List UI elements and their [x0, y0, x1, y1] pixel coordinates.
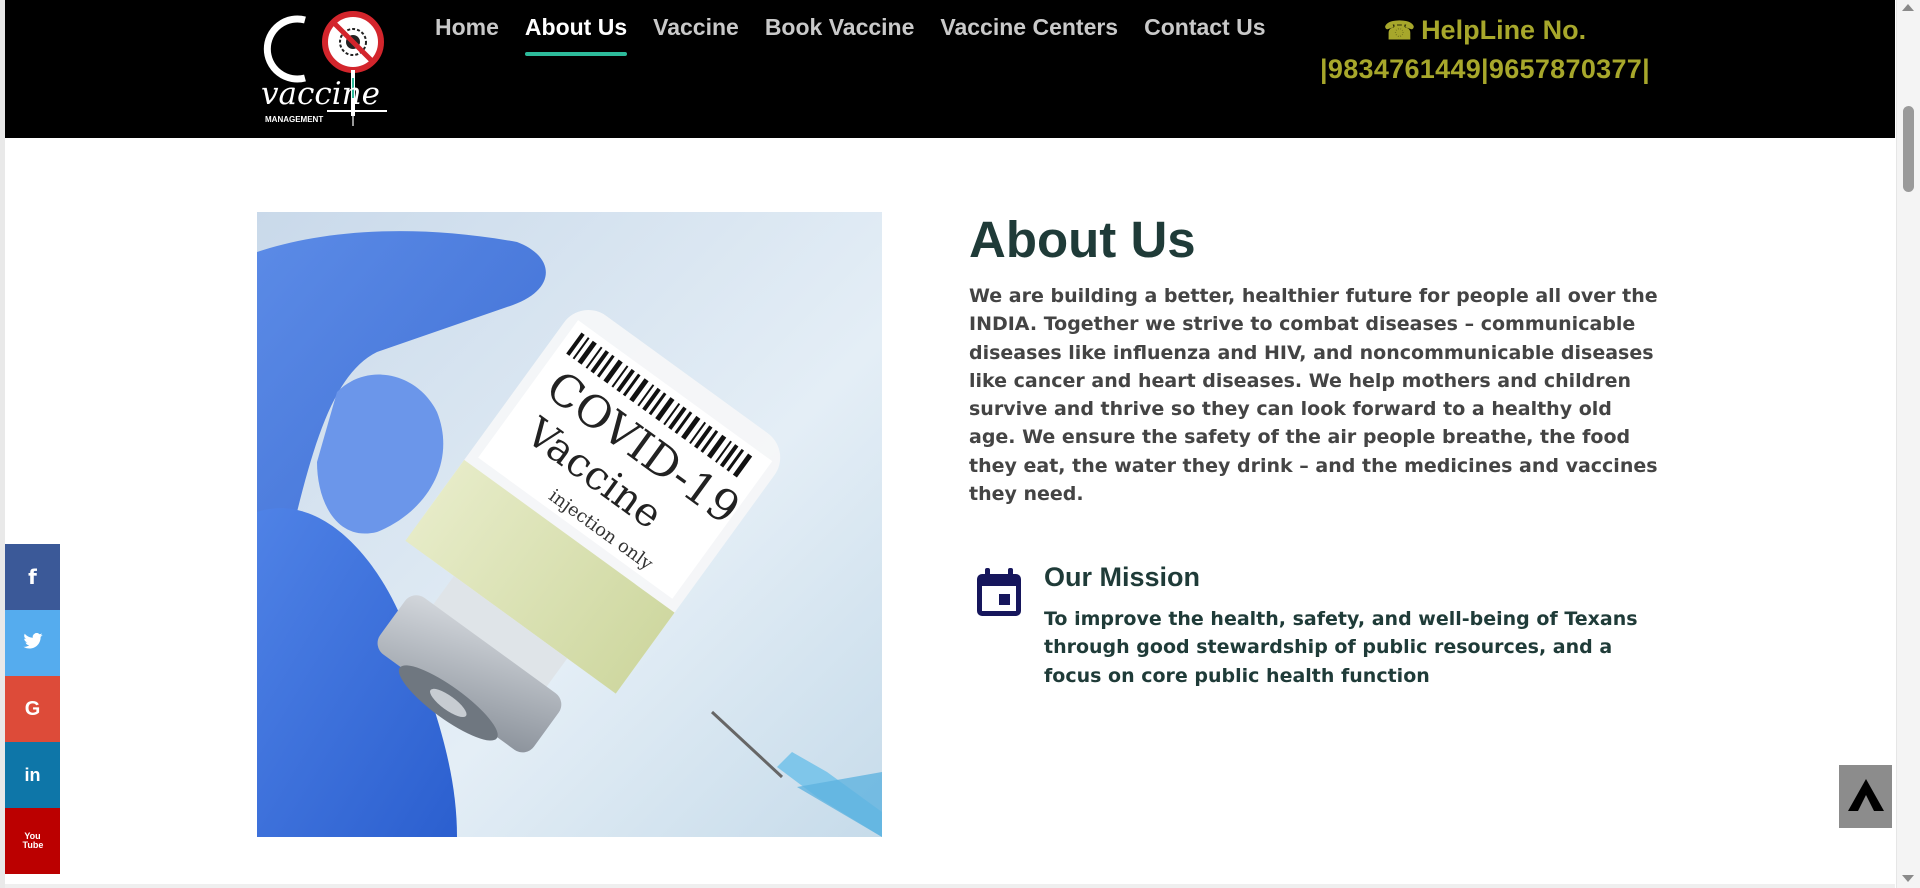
linkedin-button[interactable]: in: [5, 742, 60, 808]
page-scrollbar[interactable]: [1896, 0, 1920, 888]
twitter-icon: [22, 632, 43, 655]
svg-text:vaccine: vaccine: [261, 76, 380, 112]
twitter-button[interactable]: [5, 610, 60, 676]
site-header: vaccine MANAGEMENT Home About Us Vaccine…: [5, 0, 1895, 138]
scrollbar-thumb[interactable]: [1903, 106, 1914, 192]
site-logo[interactable]: vaccine MANAGEMENT: [257, 8, 397, 132]
calendar-icon: [975, 566, 1023, 618]
helpline-numbers[interactable]: |9834761449|9657870377|: [1315, 49, 1655, 89]
linkedin-icon: in: [24, 764, 41, 785]
nav-contact-us[interactable]: Contact Us: [1131, 12, 1278, 56]
svg-text:MANAGEMENT: MANAGEMENT: [265, 115, 323, 124]
scroll-up-arrow-icon[interactable]: [1902, 4, 1914, 11]
page-bottom-edge: [5, 884, 1895, 888]
nav-vaccine[interactable]: Vaccine: [640, 12, 752, 56]
youtube-icon: You Tube: [22, 831, 44, 850]
nav-book-vaccine[interactable]: Book Vaccine: [752, 12, 928, 56]
helpline: ☎ HelpLine No. |9834761449|9657870377|: [1315, 12, 1655, 89]
nav-vaccine-centers[interactable]: Vaccine Centers: [927, 12, 1131, 56]
scroll-down-arrow-icon[interactable]: [1902, 875, 1914, 882]
nav-home[interactable]: Home: [435, 12, 512, 56]
covid-vaccine-image: COVID-19 Vaccine injection only: [257, 212, 882, 837]
nav-about-us[interactable]: About Us: [512, 12, 640, 56]
chevron-up-icon: [1846, 775, 1886, 819]
about-description: We are building a better, healthier futu…: [969, 285, 1658, 506]
facebook-button[interactable]: f: [5, 544, 60, 610]
phone-icon: ☎: [1383, 17, 1416, 45]
social-sidebar: f G in You Tube: [5, 544, 60, 874]
facebook-icon: f: [28, 565, 37, 589]
google-button[interactable]: G: [5, 676, 60, 742]
main-nav: Home About Us Vaccine Book Vaccine Vacci…: [435, 12, 1279, 56]
mission-description: To improve the health, safety, and well-…: [1044, 608, 1638, 687]
google-icon: G: [24, 697, 41, 720]
helpline-label: HelpLine No.: [1421, 15, 1587, 45]
youtube-button[interactable]: You Tube: [5, 808, 60, 874]
back-to-top-button[interactable]: [1839, 765, 1892, 828]
mission-title: Our Mission: [1044, 562, 1201, 592]
about-title: About Us: [969, 211, 1196, 268]
